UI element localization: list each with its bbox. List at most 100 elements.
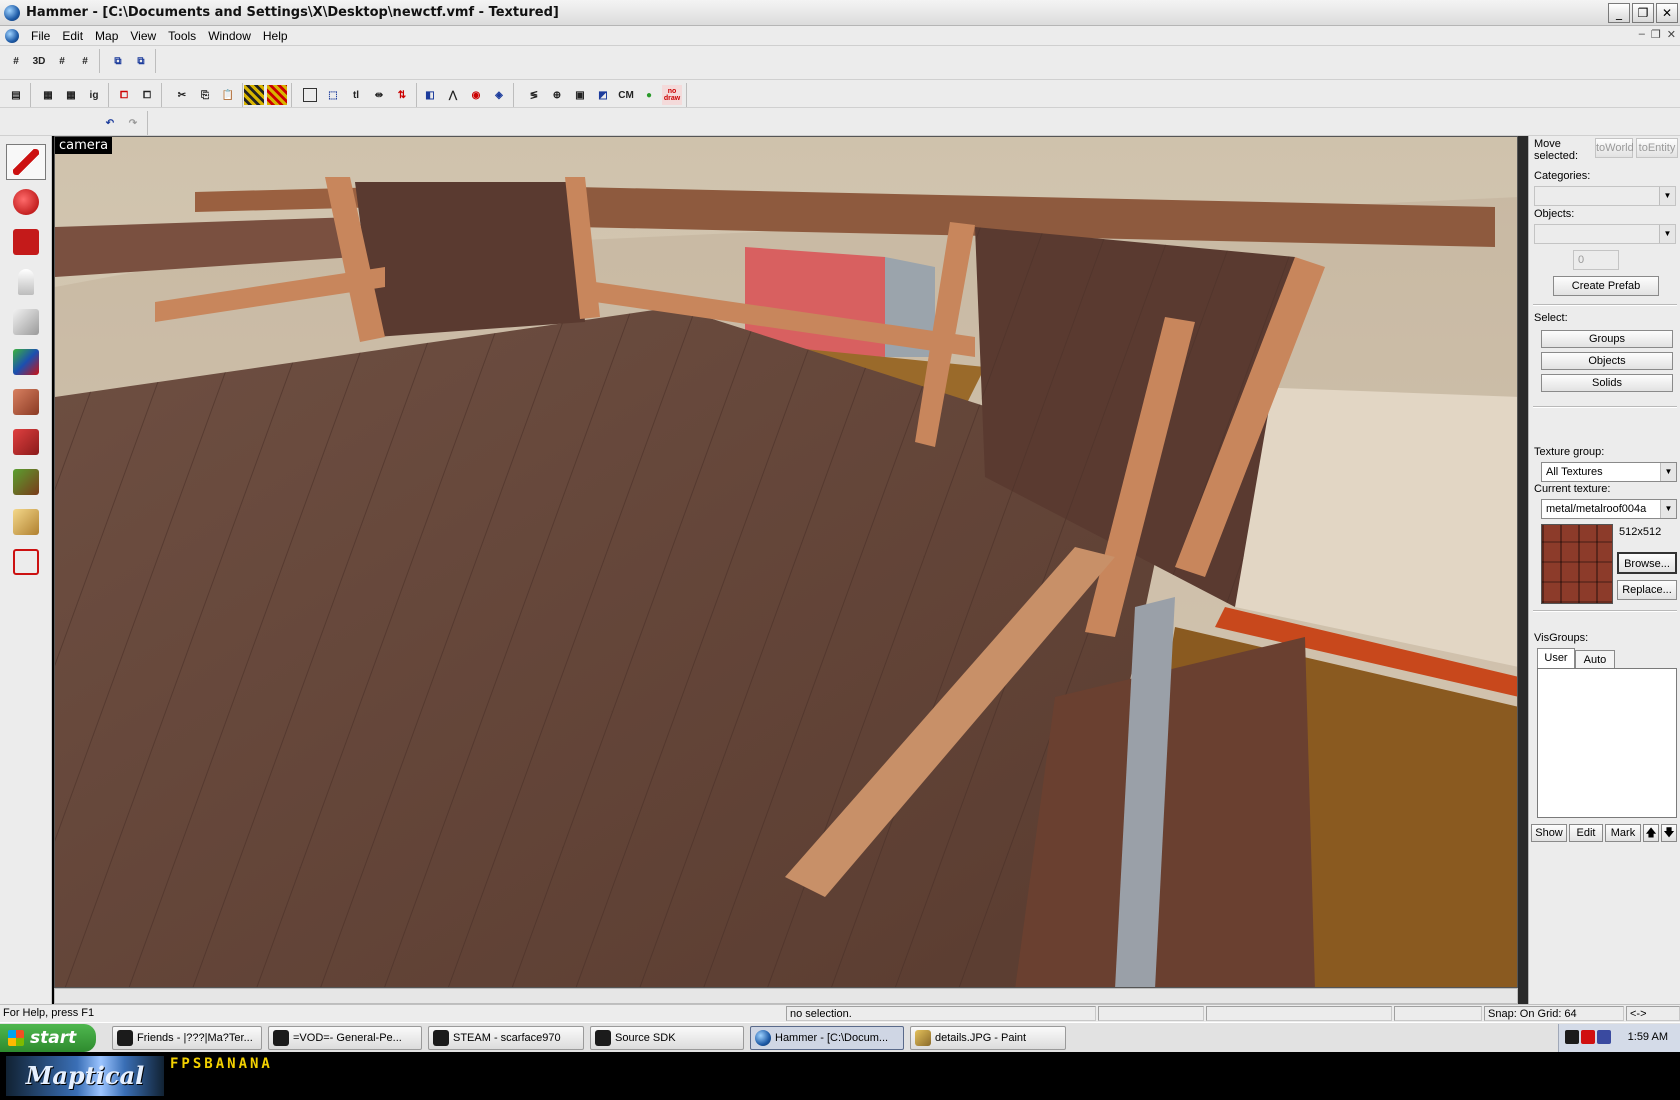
nodraw-icon[interactable]: no draw [662,85,682,105]
mark-button[interactable]: Mark [1605,824,1641,842]
print-icon[interactable]: ▤ [6,85,26,105]
close-button[interactable]: ✕ [1656,3,1678,23]
menu-view[interactable]: View [124,29,162,43]
carve-icon[interactable]: ▦ [38,85,58,105]
menu-window[interactable]: Window [202,29,257,43]
visgroups-list[interactable] [1537,668,1677,818]
taskbar-item-vod[interactable]: =VOD=- General-Pe... [268,1026,422,1050]
document-system-icon[interactable] [5,28,19,43]
paste-icon[interactable]: 📋 [218,85,238,105]
show-button[interactable]: Show [1531,824,1567,842]
apply-current-texture-tool[interactable] [6,384,46,420]
display-decals-icon[interactable]: ◈ [489,85,509,105]
3d-grid-icon[interactable]: 3D [29,51,49,71]
objects-select[interactable]: ▼ [1534,224,1676,244]
select-solids-button[interactable]: Solids [1541,374,1673,392]
texture-preview[interactable] [1541,524,1613,604]
entity-tool[interactable] [6,264,46,300]
texture-group-select[interactable]: All Textures ▼ [1541,462,1677,482]
taskbar-item-steam[interactable]: STEAM - scarface970 [428,1026,584,1050]
move-up-button[interactable]: 🡅 [1643,824,1659,842]
clock[interactable]: 1:59 AM [1628,1031,1668,1043]
wireframe-icon[interactable]: ▣ [570,85,590,105]
cubemap-icon[interactable]: CM [616,85,636,105]
decal-cube-icon [13,429,39,455]
grid-toggle-icon[interactable]: # [6,51,26,71]
tab-auto[interactable]: Auto [1575,650,1615,668]
taskbar-item-friends[interactable]: Friends - |???|Ma?Ter... [112,1026,262,1050]
steam-tray-icon[interactable] [1565,1030,1579,1044]
menu-tools[interactable]: Tools [162,29,202,43]
select-groups-button[interactable]: Groups [1541,330,1673,348]
select-objects-button[interactable]: Objects [1541,352,1673,370]
browse-button[interactable]: Browse... [1617,552,1677,574]
move-down-button[interactable]: 🡇 [1661,824,1677,842]
cordon-icon[interactable]: ◩ [593,85,613,105]
ungroup-icon[interactable]: ⧉ [131,51,151,71]
document-close-button[interactable]: ✕ [1667,28,1676,41]
taskbar-item-source-sdk[interactable]: Source SDK [590,1026,744,1050]
face-count-spinner[interactable]: 0 [1573,250,1619,270]
clipping-tool[interactable] [6,504,46,540]
decal-tool[interactable] [6,424,46,460]
categories-select[interactable]: ▼ [1534,186,1676,206]
tab-user[interactable]: User [1537,648,1575,668]
copy-icon[interactable]: ⎘ [195,85,215,105]
texture-application-tool[interactable] [6,344,46,380]
menu-file[interactable]: File [25,29,56,43]
group-icon[interactable]: ⧉ [108,51,128,71]
display-entities-icon[interactable]: ◉ [466,85,486,105]
toggle-lighting-icon[interactable]: ≶ [524,85,544,105]
display-helpers-icon[interactable]: ⋀ [443,85,463,105]
selection-tool[interactable] [6,144,46,180]
current-texture-select[interactable]: metal/metalroof004a ▼ [1541,499,1677,519]
to-entity-button[interactable]: toEntity [1636,138,1678,158]
grid-larger-icon[interactable]: # [75,51,95,71]
redo-icon[interactable]: ↷ [123,113,143,133]
texture-scale-lock-icon[interactable] [267,85,287,105]
start-button[interactable]: start [0,1024,96,1052]
display-models-icon[interactable]: ◧ [420,85,440,105]
camera-viewport[interactable]: camera [54,136,1518,988]
antivirus-tray-icon[interactable] [1581,1030,1595,1044]
menu-help[interactable]: Help [257,29,294,43]
document-minimize-button[interactable]: – [1639,28,1645,41]
taskbar-item-hammer[interactable]: Hammer - [C:\Docum... [750,1026,904,1050]
overlay-cube-icon [13,469,39,495]
block-tool[interactable] [6,304,46,340]
hide-selection-icon[interactable]: ⧠ [137,85,157,105]
replace-button[interactable]: Replace... [1617,580,1677,600]
cut-icon[interactable]: ✂ [172,85,192,105]
categories-label: Categories: [1534,170,1591,182]
network-tray-icon[interactable] [1597,1030,1611,1044]
create-prefab-button[interactable]: Create Prefab [1553,276,1659,296]
leaf-icon[interactable]: ● [639,85,659,105]
select-rect-icon[interactable]: ⬚ [323,85,343,105]
to-world-button[interactable]: toWorld [1595,138,1634,158]
flip-horizontal-icon[interactable]: ⇹ [369,85,389,105]
toggle-selection-icon[interactable]: ⧠ [114,85,134,105]
minimize-button[interactable]: _ [1608,3,1630,23]
flip-vertical-icon[interactable]: ⇅ [392,85,412,105]
maximize-button[interactable]: ❐ [1632,3,1654,23]
hammer-app-icon[interactable] [4,4,20,21]
camera-tool[interactable] [6,224,46,260]
taskbar-item-paint[interactable]: details.JPG - Paint [910,1026,1066,1050]
select-box-icon[interactable] [300,85,320,105]
hollow-icon[interactable]: ▦ [61,85,81,105]
viewport-horizontal-scrollbar[interactable] [54,988,1518,1004]
tl-icon[interactable]: tl [346,85,366,105]
menu-map[interactable]: Map [89,29,124,43]
grid-smaller-icon[interactable]: # [52,51,72,71]
overlay-tool[interactable] [6,464,46,500]
undo-icon[interactable]: ↶ [100,113,120,133]
edit-button[interactable]: Edit [1569,824,1603,842]
document-restore-button[interactable]: ❐ [1651,28,1661,41]
vertex-tool[interactable] [6,544,46,580]
ignore-groups-icon[interactable]: ig [84,85,104,105]
texture-lock-icon[interactable] [244,85,264,105]
radius-culling-icon[interactable]: ⊕ [547,85,567,105]
viewport-splitter[interactable] [1518,136,1528,1004]
magnify-tool[interactable] [6,184,46,220]
menu-edit[interactable]: Edit [56,29,89,43]
